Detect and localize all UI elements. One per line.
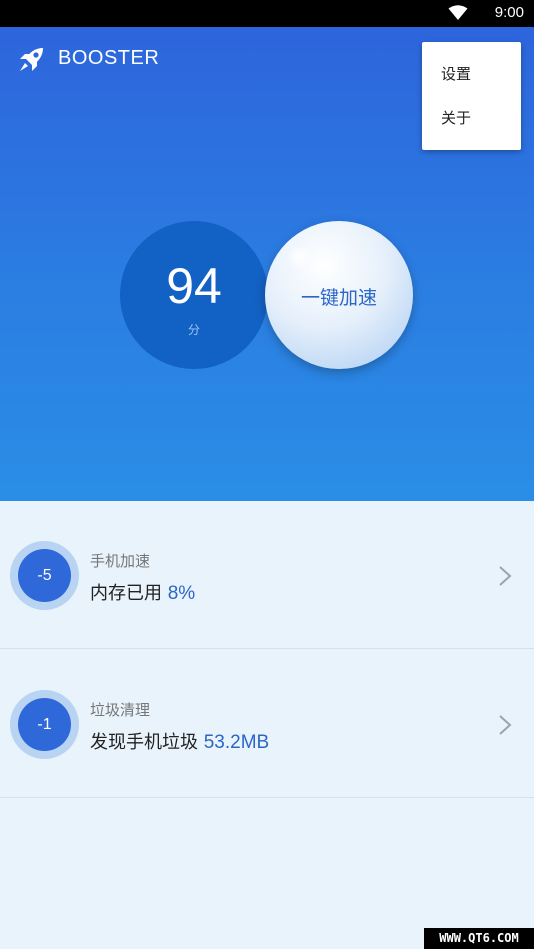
one-click-boost-button[interactable]: 一键加速: [265, 221, 413, 369]
overflow-menu: 设置 关于: [422, 42, 521, 150]
row-title: 垃圾清理: [90, 701, 151, 719]
app-title: BOOSTER: [58, 47, 160, 69]
menu-item-about[interactable]: 关于: [422, 96, 521, 140]
chevron-right-icon: [499, 566, 512, 586]
list-item-phone-boost[interactable]: -5 手机加速 内存已用 8%: [0, 501, 534, 649]
chevron-right-icon: [499, 715, 512, 735]
score-value: 94: [166, 258, 222, 314]
menu-item-settings[interactable]: 设置: [422, 52, 521, 96]
watermark: WWW.QT6.COM: [424, 928, 534, 949]
row-detail: 发现手机垃圾 53.2MB: [90, 728, 269, 754]
score-unit: 分: [187, 323, 200, 337]
status-bar: 9:00: [0, 0, 534, 27]
memory-used-value: 8%: [167, 583, 196, 604]
score-circle: 94 分: [120, 221, 268, 369]
badge-ring: -1: [10, 690, 79, 759]
bubble-highlight: [287, 245, 311, 269]
junk-size-value: 53.2MB: [203, 732, 270, 753]
row-detail-label: 内存已用: [90, 583, 162, 604]
wifi-icon: [448, 5, 468, 20]
rocket-icon: [20, 48, 43, 71]
junk-count-badge: -1: [18, 698, 71, 751]
row-title: 手机加速: [90, 552, 151, 570]
boost-label: 一键加速: [300, 287, 377, 309]
row-detail: 内存已用 8%: [90, 579, 195, 605]
row-detail-label: 发现手机垃圾: [90, 732, 198, 753]
boost-count-badge: -5: [18, 549, 71, 602]
badge-ring: -5: [10, 541, 79, 610]
list-item-junk-clean[interactable]: -1 垃圾清理 发现手机垃圾 53.2MB: [0, 650, 534, 798]
status-time: 9:00: [494, 4, 524, 21]
